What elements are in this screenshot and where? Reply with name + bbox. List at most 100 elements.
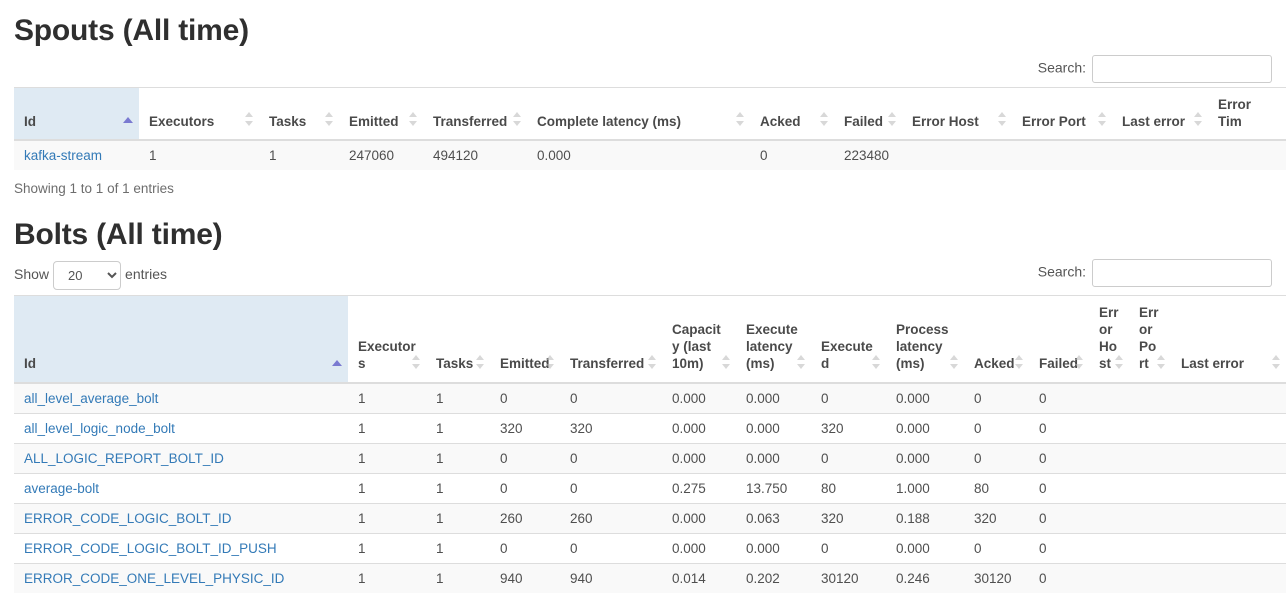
bolts-col-id[interactable]: Id — [14, 294, 348, 384]
spouts-search-label: Search: — [1037, 59, 1086, 76]
bolts-cell-last-error — [1171, 382, 1286, 414]
bolts-cell-emitted: 0 — [490, 382, 560, 414]
bolts-cell-failed: 0 — [1029, 502, 1089, 534]
table-row: ALL_LOGIC_REPORT_BOLT_ID 1 1 0 0 0.000 0.000 0 0… — [14, 442, 1286, 474]
spouts-col-tasks[interactable]: Tasks — [259, 86, 339, 142]
spouts-col-complete-latency[interactable]: Complete latency (ms) — [527, 86, 750, 142]
spouts-cell-acked: 0 — [750, 139, 834, 171]
bolts-cell-error-host — [1089, 382, 1129, 414]
spouts-cell-error-host — [902, 139, 1012, 171]
bolts-col-last-error[interactable]: Last error — [1171, 294, 1286, 384]
bolts-cell-acked: 80 — [964, 472, 1029, 504]
sort-both-icon — [1098, 112, 1107, 127]
bolt-id-link[interactable]: ERROR_CODE_ONE_LEVEL_PHYSIC_ID — [24, 571, 284, 586]
sort-both-icon — [513, 112, 522, 127]
sort-both-icon — [1115, 354, 1124, 369]
sort-both-icon — [476, 354, 485, 369]
spouts-col-error-time[interactable]: Error Tim — [1208, 86, 1286, 142]
spouts-col-transferred[interactable]: Transferred — [423, 86, 527, 142]
bolts-col-transferred[interactable]: Transferred — [560, 294, 662, 384]
bolts-cell-id: average-bolt — [14, 472, 348, 504]
bolts-cell-capacity: 0.000 — [662, 502, 736, 534]
bolts-cell-tasks: 1 — [426, 442, 490, 474]
bolts-cell-error-host — [1089, 472, 1129, 504]
bolts-col-error-host[interactable]: Error Host — [1089, 294, 1129, 384]
spouts-col-tasks-label: Tasks — [269, 113, 307, 129]
bolt-id-link[interactable]: average-bolt — [24, 481, 99, 496]
bolts-cell-capacity: 0.014 — [662, 562, 736, 593]
bolts-cell-id: all_level_average_bolt — [14, 382, 348, 414]
spouts-col-last-error[interactable]: Last error — [1112, 86, 1208, 142]
spouts-col-executors[interactable]: Executors — [139, 86, 259, 142]
spouts-col-acked[interactable]: Acked — [750, 86, 834, 142]
spouts-cell-emitted: 247060 — [339, 139, 423, 171]
spouts-col-id[interactable]: Id — [14, 86, 139, 142]
bolts-col-executed[interactable]: Executed — [811, 294, 886, 384]
spouts-col-error-port[interactable]: Error Port — [1012, 86, 1112, 142]
bolts-cell-executors: 1 — [348, 412, 426, 444]
bolts-cell-execute-latency: 0.000 — [736, 412, 811, 444]
bolts-col-executors-label: Executors — [358, 339, 416, 372]
bolts-col-process-latency[interactable]: Process latency (ms) — [886, 294, 964, 384]
spouts-col-error-host[interactable]: Error Host — [902, 86, 1012, 142]
bolts-cell-last-error — [1171, 442, 1286, 474]
spouts-col-failed[interactable]: Failed — [834, 86, 902, 142]
bolts-col-error-port[interactable]: Error Port — [1129, 294, 1171, 384]
spouts-table-controls: Search: — [14, 49, 1272, 85]
bolts-cell-last-error — [1171, 502, 1286, 534]
sort-both-icon — [409, 112, 418, 127]
bolts-cell-id: ERROR_CODE_LOGIC_BOLT_ID — [14, 502, 348, 534]
bolts-cell-execute-latency: 0.202 — [736, 562, 811, 593]
sort-both-icon — [736, 112, 745, 127]
bolts-col-tasks[interactable]: Tasks — [426, 294, 490, 384]
bolts-cell-acked: 30120 — [964, 562, 1029, 593]
bolts-cell-capacity: 0.275 — [662, 472, 736, 504]
sort-ascending-icon — [123, 117, 133, 124]
sort-both-icon — [1075, 354, 1084, 369]
bolt-id-link[interactable]: all_level_logic_node_bolt — [24, 421, 175, 436]
bolts-col-acked[interactable]: Acked — [964, 294, 1029, 384]
spouts-cell-error-port — [1012, 139, 1112, 171]
bolt-id-link[interactable]: all_level_average_bolt — [24, 391, 158, 406]
bolts-col-acked-label: Acked — [974, 356, 1015, 372]
bolts-col-executors[interactable]: Executors — [348, 294, 426, 384]
spouts-search-filter: Search: — [1037, 54, 1272, 83]
sort-both-icon — [950, 354, 959, 369]
sort-ascending-icon — [332, 359, 342, 366]
bolt-id-link[interactable]: ERROR_CODE_LOGIC_BOLT_ID_PUSH — [24, 541, 277, 556]
spouts-table: Id Executors Tasks Emitted Transferred C… — [14, 86, 1286, 171]
sort-both-icon — [412, 354, 421, 369]
bolts-col-execute-latency[interactable]: Execute latency (ms) — [736, 294, 811, 384]
bolts-table: Id Executors Tasks Emitted Transferred C… — [14, 294, 1286, 593]
sort-both-icon — [245, 112, 254, 127]
spout-id-link[interactable]: kafka-stream — [24, 148, 102, 163]
bolts-col-failed-label: Failed — [1039, 356, 1079, 372]
sort-both-icon — [872, 354, 881, 369]
bolts-cell-executed: 320 — [811, 412, 886, 444]
bolts-col-emitted[interactable]: Emitted — [490, 294, 560, 384]
spouts-table-info: Showing 1 to 1 of 1 entries — [14, 181, 174, 197]
spouts-table-wrapper: Id Executors Tasks Emitted Transferred C… — [14, 86, 1286, 171]
sort-both-icon — [998, 112, 1007, 127]
bolts-search-input[interactable] — [1092, 258, 1272, 287]
sort-both-icon — [325, 112, 334, 127]
bolts-cell-emitted: 320 — [490, 412, 560, 444]
bolts-cell-last-error — [1171, 562, 1286, 593]
bolt-id-link[interactable]: ERROR_CODE_LOGIC_BOLT_ID — [24, 511, 232, 526]
bolts-page-length-select[interactable]: 20 — [53, 260, 122, 290]
bolts-col-capacity[interactable]: Capacity (last 10m) — [662, 294, 736, 384]
spouts-cell-id: kafka-stream — [14, 139, 139, 171]
bolts-col-execute-latency-label: Execute latency (ms) — [746, 321, 798, 372]
spouts-col-transferred-label: Transferred — [433, 113, 508, 129]
spouts-search-input[interactable] — [1092, 54, 1272, 83]
bolt-id-link[interactable]: ALL_LOGIC_REPORT_BOLT_ID — [24, 451, 224, 466]
bolts-header-row: Id Executors Tasks Emitted Transferred C… — [14, 294, 1286, 384]
spouts-col-emitted[interactable]: Emitted — [339, 86, 423, 142]
bolts-cell-process-latency: 0.246 — [886, 562, 964, 593]
bolts-col-failed[interactable]: Failed — [1029, 294, 1089, 384]
bolts-col-last-error-label: Last error — [1181, 356, 1245, 372]
bolts-cell-transferred: 0 — [560, 472, 662, 504]
bolts-cell-emitted: 0 — [490, 472, 560, 504]
bolts-cell-executed: 80 — [811, 472, 886, 504]
bolts-cell-transferred: 0 — [560, 382, 662, 414]
